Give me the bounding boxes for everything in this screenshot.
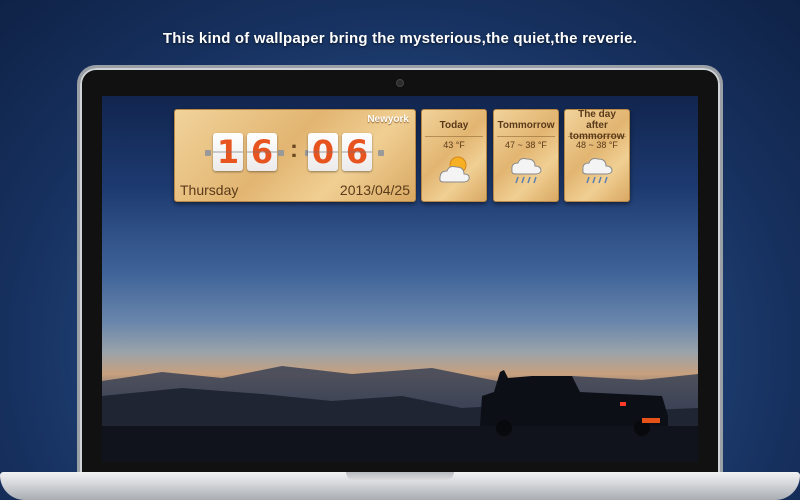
- forecast-title: Tommorrow: [497, 119, 555, 131]
- forecast-temp: 48 ~ 38 °F: [576, 140, 618, 150]
- hour-ones-digit: 6: [247, 133, 277, 171]
- minute-tens-digit: 0: [308, 133, 338, 171]
- minute-ones-digit: 6: [342, 133, 372, 171]
- forecast-title: Today: [439, 119, 469, 131]
- forecast-card-tomorrow[interactable]: Tommorrow 47 ~ 38 °F: [493, 109, 559, 202]
- rain-cloud-icon: [511, 158, 542, 184]
- desktop-screen: Newyork 1 6 : 0 6 Thursday 2013/04/25 To…: [102, 96, 698, 462]
- forecast-title: The day after tommorrow: [569, 108, 625, 142]
- forecast-temp: 43 °F: [443, 140, 465, 150]
- forecast-card-today[interactable]: Today 43 °F: [421, 109, 487, 202]
- forecast-temp: 47 ~ 38 °F: [505, 140, 547, 150]
- laptop-notch: [346, 472, 454, 480]
- flip-clock-widget[interactable]: Newyork 1 6 : 0 6 Thursday 2013/04/25: [174, 109, 416, 202]
- promo-caption: This kind of wallpaper bring the mysteri…: [162, 30, 638, 47]
- clock-colon: :: [290, 136, 298, 163]
- partly-cloudy-icon: [439, 156, 470, 183]
- forecast-card-day-after-tomorrow[interactable]: The day after tommorrow 48 ~ 38 °F: [564, 109, 630, 202]
- clock-date: 2013/04/25: [339, 182, 410, 198]
- clock-day: Thursday: [180, 182, 239, 198]
- hour-tens-digit: 1: [213, 133, 243, 171]
- camera-icon: [397, 80, 403, 86]
- clock-location: Newyork: [367, 114, 409, 125]
- rain-cloud-icon: [582, 158, 613, 184]
